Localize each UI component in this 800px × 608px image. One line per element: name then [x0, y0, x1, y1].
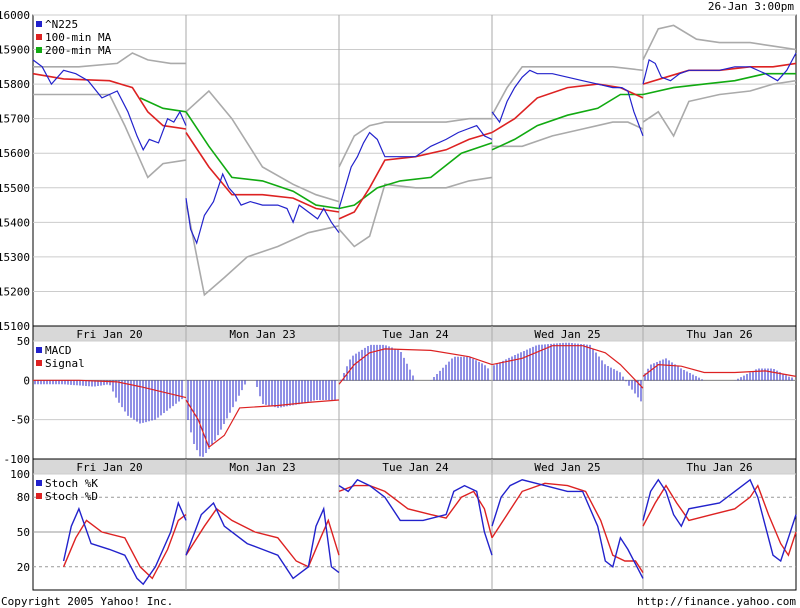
day-label: Wed Jan 25 — [534, 328, 600, 341]
y-tick-label: 15600 — [0, 147, 30, 160]
chart-canvas: 15100 15200 15300 15400 15500 15600 15700 15800… — [0, 9, 797, 591]
y-tick-label: 15400 — [0, 216, 30, 229]
day-label: Tue Jan 24 — [382, 328, 449, 341]
panel-frame — [32, 14, 797, 327]
y-tick-label: 20 — [17, 561, 30, 574]
legend-swatch — [36, 47, 42, 53]
legend-label: Signal — [45, 357, 85, 370]
day-label: Thu Jan 26 — [686, 461, 752, 474]
day-label: Fri Jan 20 — [76, 461, 142, 474]
day-label: Fri Jan 20 — [76, 328, 142, 341]
legend-swatch — [36, 21, 42, 27]
day-label: Thu Jan 26 — [686, 328, 752, 341]
y-tick-label: 50 — [17, 526, 30, 539]
source-url-link[interactable]: http://finance.yahoo.com — [637, 595, 796, 608]
y-tick-label: 15100 — [0, 320, 30, 333]
legend-label: MACD — [45, 344, 72, 357]
y-tick-label: 15300 — [0, 251, 30, 264]
legend-swatch — [36, 493, 42, 499]
y-tick-label: 15500 — [0, 182, 30, 195]
day-label: Mon Jan 23 — [229, 328, 295, 341]
y-tick-label: 80 — [17, 491, 30, 504]
legend-label: 200-min MA — [45, 44, 112, 57]
y-tick-label: -100 — [4, 453, 31, 466]
legend-swatch — [36, 480, 42, 486]
y-tick-label: 15200 — [0, 285, 30, 298]
y-tick-label: 100 — [10, 468, 30, 481]
day-label: Mon Jan 23 — [229, 461, 295, 474]
y-tick-label: 16000 — [0, 9, 30, 22]
y-tick-label: 0 — [23, 374, 30, 387]
day-label: Wed Jan 25 — [534, 461, 600, 474]
y-tick-label: 15800 — [0, 78, 30, 91]
y-tick-label: 15900 — [0, 44, 30, 57]
legend-swatch — [36, 347, 42, 353]
y-tick-label: 15700 — [0, 113, 30, 126]
panel-frame — [32, 340, 797, 460]
legend-label: Stoch %D — [45, 490, 98, 503]
legend-swatch — [36, 360, 42, 366]
legend-label: Stoch %K — [45, 477, 98, 490]
legend-swatch — [36, 34, 42, 40]
copyright-text: Copyright 2005 Yahoo! Inc. — [1, 595, 174, 608]
y-tick-label: -50 — [10, 414, 30, 427]
legend-label: ^N225 — [45, 18, 78, 31]
legend-label: 100-min MA — [45, 31, 112, 44]
y-tick-label: 50 — [17, 335, 30, 348]
day-label: Tue Jan 24 — [382, 461, 449, 474]
